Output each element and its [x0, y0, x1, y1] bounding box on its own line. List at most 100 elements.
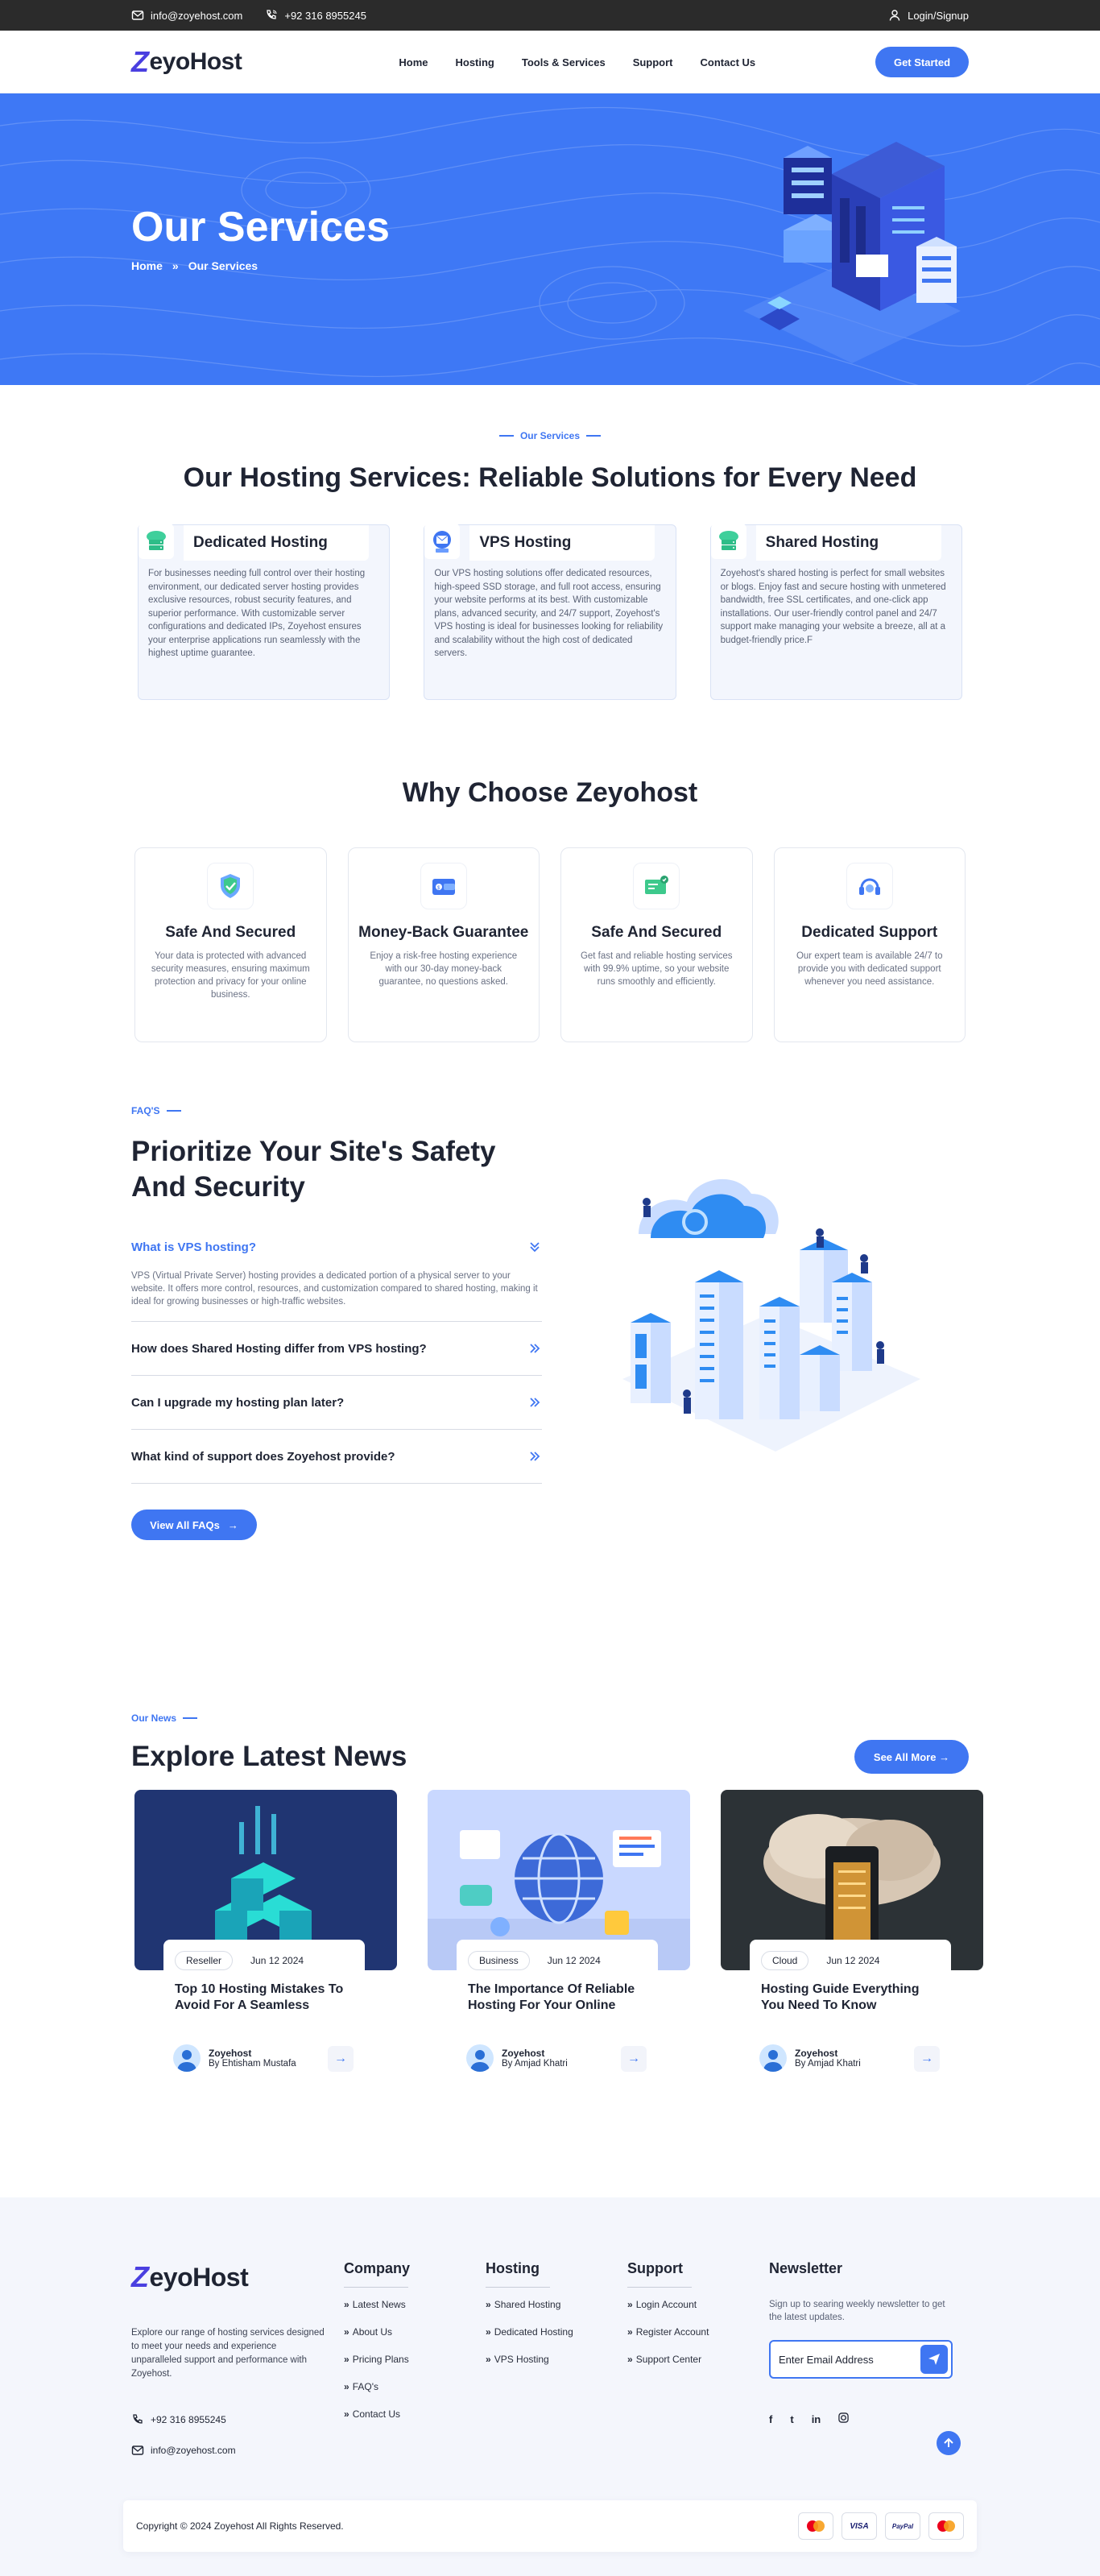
footer-link-contact[interactable]: Contact Us [344, 2408, 486, 2420]
login-signup-link[interactable]: Login/Signup [888, 9, 969, 22]
footer-link-latest-news[interactable]: Latest News [344, 2299, 486, 2310]
topbar-phone[interactable]: +92 316 8955245 [265, 9, 366, 22]
faq-answer: VPS (Virtual Private Server) hosting pro… [131, 1271, 538, 1307]
read-more-button[interactable]: → [621, 2046, 647, 2072]
faq-question[interactable]: Can I upgrade my hosting plan later? [131, 1376, 542, 1429]
footer-logo[interactable]: Z eyoHost [131, 2260, 344, 2294]
view-all-faqs-label: View All FAQs [150, 1518, 220, 1531]
mail-icon [131, 2446, 144, 2455]
chevron-double-down-icon [530, 1242, 540, 1253]
footer-link-faqs[interactable]: FAQ's [344, 2381, 486, 2392]
user-icon [889, 10, 900, 21]
eyebrow-line [166, 1110, 181, 1112]
faq-item[interactable]: How does Shared Hosting differ from VPS … [131, 1322, 542, 1376]
footer-link-shared[interactable]: Shared Hosting [486, 2299, 627, 2310]
logo-mark: Z [131, 2260, 149, 2293]
faq-item[interactable]: What kind of support does Zoyehost provi… [131, 1430, 542, 1484]
nav-home[interactable]: Home [399, 56, 428, 68]
services-eyebrow-text: Our Services [519, 430, 581, 441]
facebook-icon[interactable]: f [769, 2413, 772, 2425]
topbar-email-text: info@zoyehost.com [151, 9, 243, 22]
news-category-badge[interactable]: Reseller [175, 1951, 234, 1970]
news-title-link[interactable]: Top 10 Hosting Mistakes To Avoid For A S… [175, 1982, 354, 2014]
read-more-button[interactable]: → [914, 2046, 940, 2072]
newsletter-email-input[interactable] [779, 2353, 920, 2366]
footer-link-register[interactable]: Register Account [627, 2326, 769, 2338]
footer-link-vps[interactable]: VPS Hosting [486, 2354, 627, 2365]
news-eyebrow-text: Our News [131, 1713, 177, 1724]
see-all-more-button[interactable]: See All More → [854, 1740, 969, 1774]
faq-eyebrow: FAQ'S [131, 1105, 542, 1116]
footer-about: Explore our range of hosting services de… [131, 2328, 325, 2379]
chevron-double-right-icon [530, 1398, 540, 1407]
news-category-badge[interactable]: Cloud [761, 1951, 809, 1970]
author-by: By Amjad Khatri [502, 2059, 568, 2069]
arrow-right-icon: → [939, 1750, 950, 1763]
nav-contact[interactable]: Contact Us [701, 56, 756, 68]
footer-link-login[interactable]: Login Account [627, 2299, 769, 2310]
linkedin-icon[interactable]: in [812, 2413, 821, 2425]
faq-question-text: What kind of support does Zoyehost provi… [131, 1449, 395, 1464]
avatar [173, 2044, 201, 2072]
nav-support[interactable]: Support [633, 56, 673, 68]
newsletter-submit-button[interactable] [920, 2345, 948, 2374]
faq-item[interactable]: Can I upgrade my hosting plan later? [131, 1376, 542, 1430]
faq-question-text: Can I upgrade my hosting plan later? [131, 1395, 345, 1410]
faq-question-text: What is VPS hosting? [131, 1240, 257, 1254]
topbar-email[interactable]: info@zoyehost.com [131, 9, 242, 22]
news-title-link[interactable]: Hosting Guide Everything You Need To Kno… [761, 1982, 940, 2014]
news-author: Zoyehost By Amjad Khatri [466, 2044, 568, 2072]
nav-tools-services[interactable]: Tools & Services [522, 56, 606, 68]
faq-question[interactable]: What is VPS hosting? [131, 1224, 542, 1269]
faq-question[interactable]: How does Shared Hosting differ from VPS … [131, 1322, 542, 1375]
footer-link-pricing[interactable]: Pricing Plans [344, 2354, 486, 2365]
breadcrumb-home[interactable]: Home [131, 259, 163, 272]
service-card[interactable]: VPS Hosting Our VPS hosting solutions of… [424, 524, 676, 700]
site-logo[interactable]: Z eyoHost [131, 45, 242, 79]
services-eyebrow: Our Services [131, 430, 969, 441]
service-card-title: Dedicated Hosting [184, 525, 369, 561]
news-card[interactable]: Reseller Jun 12 2024 Top 10 Hosting Mist… [134, 1790, 397, 2080]
faq-item[interactable]: What is VPS hosting? VPS (Virtual Privat… [131, 1224, 542, 1322]
news-card[interactable]: Cloud Jun 12 2024 Hosting Guide Everythi… [721, 1790, 983, 2080]
feature-card-title: Safe And Secured [165, 924, 296, 941]
arrow-up-icon [944, 2437, 953, 2447]
scroll-to-top-button[interactable] [937, 2431, 961, 2455]
why-grid: Safe And Secured Your data is protected … [134, 847, 966, 1042]
send-icon [928, 2354, 940, 2365]
twitter-icon[interactable]: t [790, 2413, 793, 2425]
newsletter-form [769, 2340, 953, 2379]
news-date: Jun 12 2024 [250, 1955, 304, 1966]
read-more-button[interactable]: → [328, 2046, 354, 2072]
instagram-icon[interactable] [838, 2412, 849, 2425]
feature-card: Dedicated Support Our expert team is ava… [773, 847, 966, 1042]
visa-icon: VISA [842, 2512, 877, 2540]
shield-check-icon [207, 863, 254, 909]
footer-email[interactable]: info@zoyehost.com [131, 2444, 344, 2457]
login-signup-text: Login/Signup [908, 9, 969, 22]
faq-question[interactable]: What kind of support does Zoyehost provi… [131, 1430, 542, 1483]
news-title: Explore Latest News [131, 1741, 407, 1772]
page-title: Our Services [131, 204, 390, 251]
feature-card: Safe And Secured Your data is protected … [134, 847, 327, 1042]
footer-link-support-center[interactable]: Support Center [627, 2354, 769, 2365]
service-card[interactable]: Shared Hosting Zoyehost's shared hosting… [709, 524, 962, 700]
footer-phone[interactable]: +92 316 8955245 [131, 2413, 344, 2426]
arrow-right-icon: → [627, 2052, 640, 2065]
news-grid: Reseller Jun 12 2024 Top 10 Hosting Mist… [134, 1790, 983, 2080]
feature-card-title: Dedicated Support [801, 924, 938, 941]
get-started-button[interactable]: Get Started [875, 47, 969, 77]
feature-card-text: Enjoy a risk-free hosting experience wit… [370, 951, 518, 987]
view-all-faqs-button[interactable]: View All FAQs → [131, 1510, 257, 1540]
paypal-icon: PayPal [885, 2512, 920, 2540]
news-card[interactable]: Business Jun 12 2024 The Importance Of R… [428, 1790, 690, 2080]
news-category-badge[interactable]: Business [468, 1951, 530, 1970]
footer-link-about[interactable]: About Us [344, 2326, 486, 2338]
arrow-right-icon: → [227, 1518, 238, 1531]
nav-hosting[interactable]: Hosting [455, 56, 494, 68]
footer-link-dedicated[interactable]: Dedicated Hosting [486, 2326, 627, 2338]
news-title-link[interactable]: The Importance Of Reliable Hosting For Y… [468, 1982, 647, 2014]
footer-newsletter: Newsletter Sign up to searing weekly new… [769, 2260, 954, 2457]
phone-icon [133, 2414, 143, 2424]
service-card[interactable]: Dedicated Hosting For businesses needing… [138, 524, 391, 700]
